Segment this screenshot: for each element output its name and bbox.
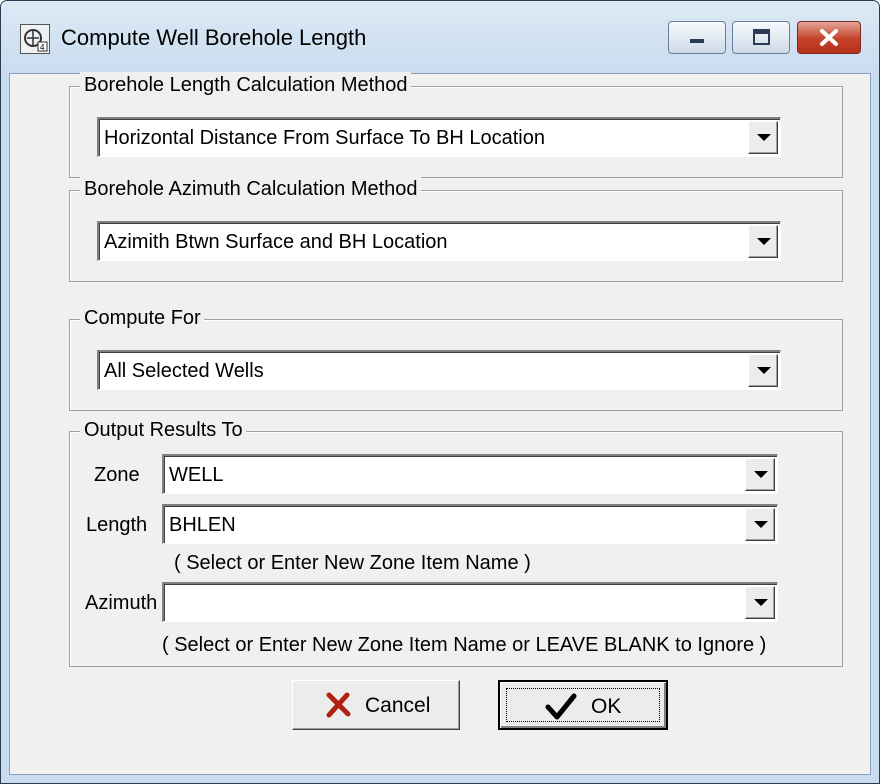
- azimuth-method-group: Borehole Azimuth Calculation Method Azim…: [69, 176, 843, 282]
- zone-dropdown-button[interactable]: [745, 458, 775, 491]
- azimuth-method-dropdown-button[interactable]: [748, 225, 778, 258]
- svg-text:4: 4: [40, 43, 45, 52]
- chevron-down-icon: [754, 599, 768, 606]
- cancel-button[interactable]: Cancel: [292, 680, 460, 730]
- chevron-down-icon: [754, 521, 768, 528]
- title-bar[interactable]: 4 Compute Well Borehole Length: [1, 1, 879, 73]
- chevron-down-icon: [757, 238, 771, 245]
- length-combobox[interactable]: BHLEN: [162, 504, 778, 544]
- chevron-down-icon: [754, 471, 768, 478]
- minimize-button[interactable]: [668, 21, 726, 54]
- window-title: Compute Well Borehole Length: [61, 25, 367, 50]
- compute-for-dropdown-button[interactable]: [748, 354, 778, 387]
- compute-for-value: All Selected Wells: [104, 360, 264, 382]
- azimuth-dropdown-button[interactable]: [745, 586, 775, 619]
- checkmark-icon: [545, 693, 577, 726]
- chevron-down-icon: [757, 367, 771, 374]
- length-hint: ( Select or Enter New Zone Item Name ): [174, 552, 531, 574]
- compute-for-group: Compute For All Selected Wells: [69, 305, 843, 411]
- azimuth-hint: ( Select or Enter New Zone Item Name or …: [162, 634, 767, 656]
- length-value: BHLEN: [169, 514, 236, 536]
- compute-for-combobox[interactable]: All Selected Wells: [97, 350, 781, 390]
- maximize-button[interactable]: [732, 21, 790, 54]
- length-method-dropdown-button[interactable]: [748, 121, 778, 154]
- focus-rectangle: [506, 688, 660, 722]
- app-icon[interactable]: 4: [20, 24, 50, 54]
- length-method-legend: Borehole Length Calculation Method: [80, 72, 411, 98]
- azimuth-label: Azimuth: [85, 592, 158, 614]
- chevron-down-icon: [757, 134, 771, 141]
- azimuth-method-legend: Borehole Azimuth Calculation Method: [80, 176, 421, 202]
- azimuth-method-combobox[interactable]: Azimith Btwn Surface and BH Location: [97, 221, 781, 261]
- azimuth-method-value: Azimith Btwn Surface and BH Location: [104, 231, 448, 253]
- zone-combobox[interactable]: WELL: [162, 454, 778, 494]
- dialog-window: 4 Compute Well Borehole Length Borehole …: [0, 0, 880, 784]
- zone-value: WELL: [169, 464, 224, 486]
- azimuth-combobox[interactable]: [162, 582, 778, 622]
- ok-button[interactable]: OK: [498, 680, 668, 730]
- close-button[interactable]: [797, 21, 861, 54]
- output-results-group: Output Results To Zone WELL Length BHLEN…: [69, 417, 843, 667]
- ok-label: OK: [591, 695, 622, 718]
- length-label: Length: [86, 514, 148, 536]
- length-method-combobox[interactable]: Horizontal Distance From Surface To BH L…: [97, 117, 781, 157]
- length-dropdown-button[interactable]: [745, 508, 775, 541]
- length-method-group: Borehole Length Calculation Method Horiz…: [69, 72, 843, 178]
- compute-for-legend: Compute For: [80, 305, 204, 331]
- cancel-label: Cancel: [365, 694, 431, 717]
- red-x-icon: [325, 692, 351, 723]
- dialog-client-area: Borehole Length Calculation Method Horiz…: [9, 72, 871, 775]
- zone-label: Zone: [94, 464, 140, 486]
- length-method-value: Horizontal Distance From Surface To BH L…: [104, 127, 545, 149]
- output-results-legend: Output Results To: [80, 417, 246, 443]
